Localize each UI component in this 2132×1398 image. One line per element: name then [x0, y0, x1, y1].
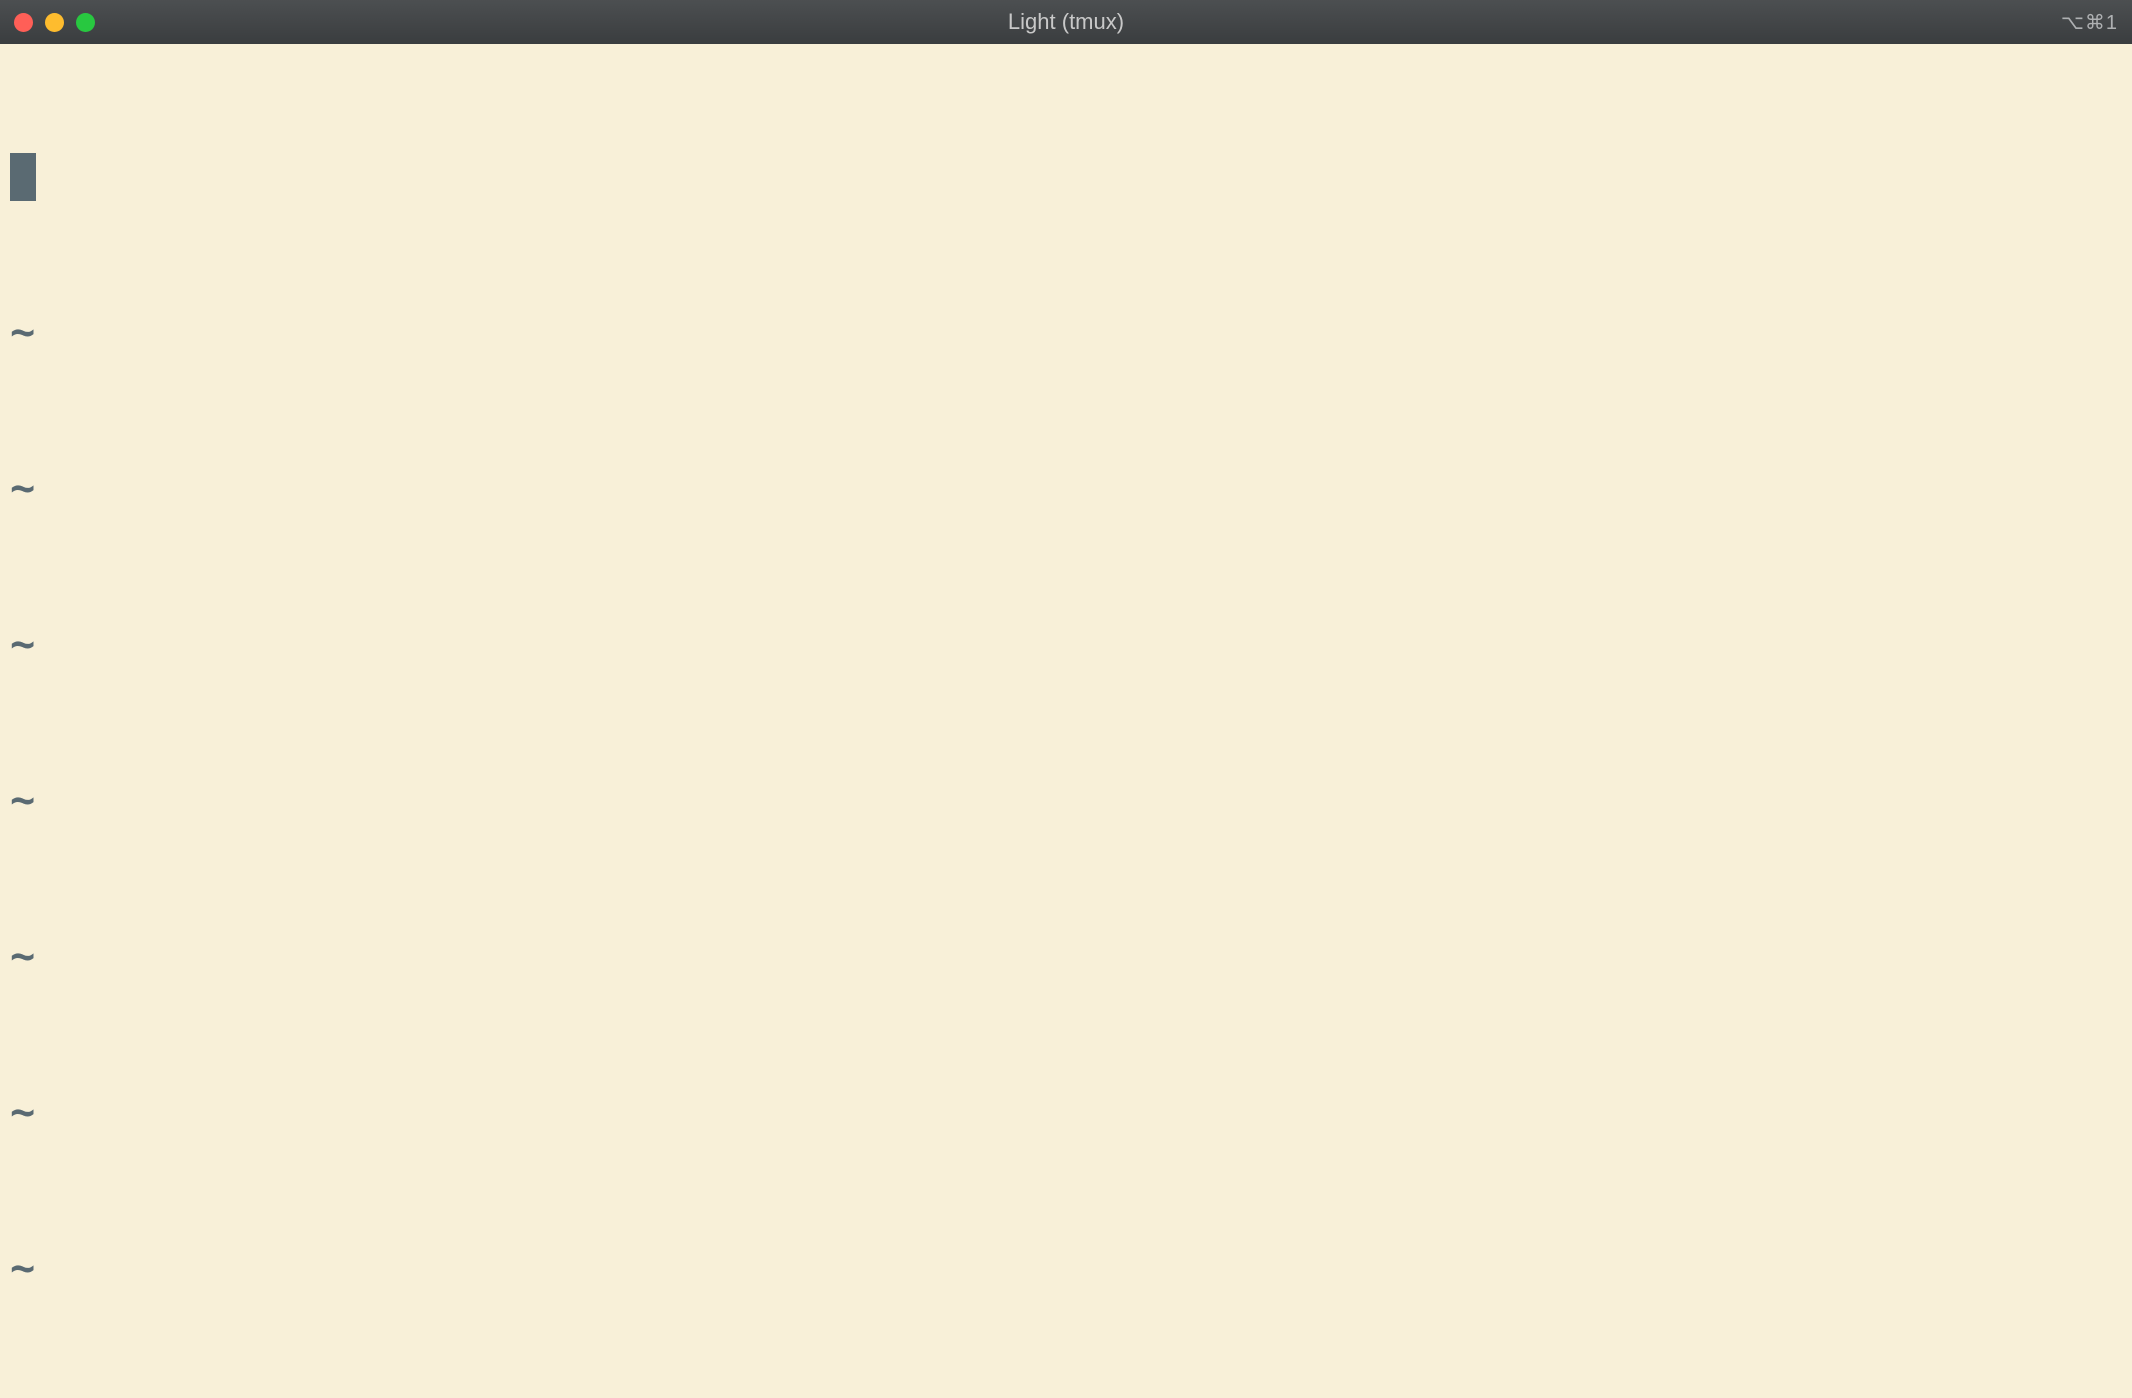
terminal-viewport[interactable]: ~ ~ ~ ~ ~ ~ ~ ~ ~ ~ ~ ~ ~ ~ ~ ~ ~ ~ ~ ~ …: [0, 44, 2132, 1398]
buffer-empty-line: ~: [10, 306, 2122, 358]
tilde-icon: ~: [10, 462, 35, 514]
cursor: [10, 153, 36, 201]
terminal-window: Light (tmux) ⌥⌘1 ~ ~ ~ ~ ~ ~ ~ ~ ~ ~ ~ ~…: [0, 0, 2132, 1398]
buffer-empty-line: ~: [10, 618, 2122, 670]
close-button[interactable]: [14, 13, 33, 32]
buffer-empty-line: ~: [10, 1242, 2122, 1294]
window-controls: [14, 13, 95, 32]
buffer-empty-line: ~: [10, 462, 2122, 514]
minimize-button[interactable]: [45, 13, 64, 32]
window-title: Light (tmux): [1008, 9, 1124, 35]
tilde-icon: ~: [10, 306, 35, 358]
vim-buffer[interactable]: ~ ~ ~ ~ ~ ~ ~ ~ ~ ~ ~ ~ ~ ~ ~ ~ ~ ~ ~ ~ …: [0, 44, 2132, 1398]
tilde-icon: ~: [10, 1242, 35, 1294]
tilde-icon: ~: [10, 930, 35, 982]
tilde-icon: ~: [10, 618, 35, 670]
tilde-icon: ~: [10, 1086, 35, 1138]
buffer-empty-line: ~: [10, 930, 2122, 982]
tilde-icon: ~: [10, 774, 35, 826]
titlebar: Light (tmux) ⌥⌘1: [0, 0, 2132, 44]
buffer-empty-line: ~: [10, 1086, 2122, 1138]
buffer-empty-line: ~: [10, 774, 2122, 826]
zoom-button[interactable]: [76, 13, 95, 32]
buffer-line-current[interactable]: [10, 150, 2122, 202]
window-shortcut-indicator: ⌥⌘1: [2061, 10, 2118, 35]
